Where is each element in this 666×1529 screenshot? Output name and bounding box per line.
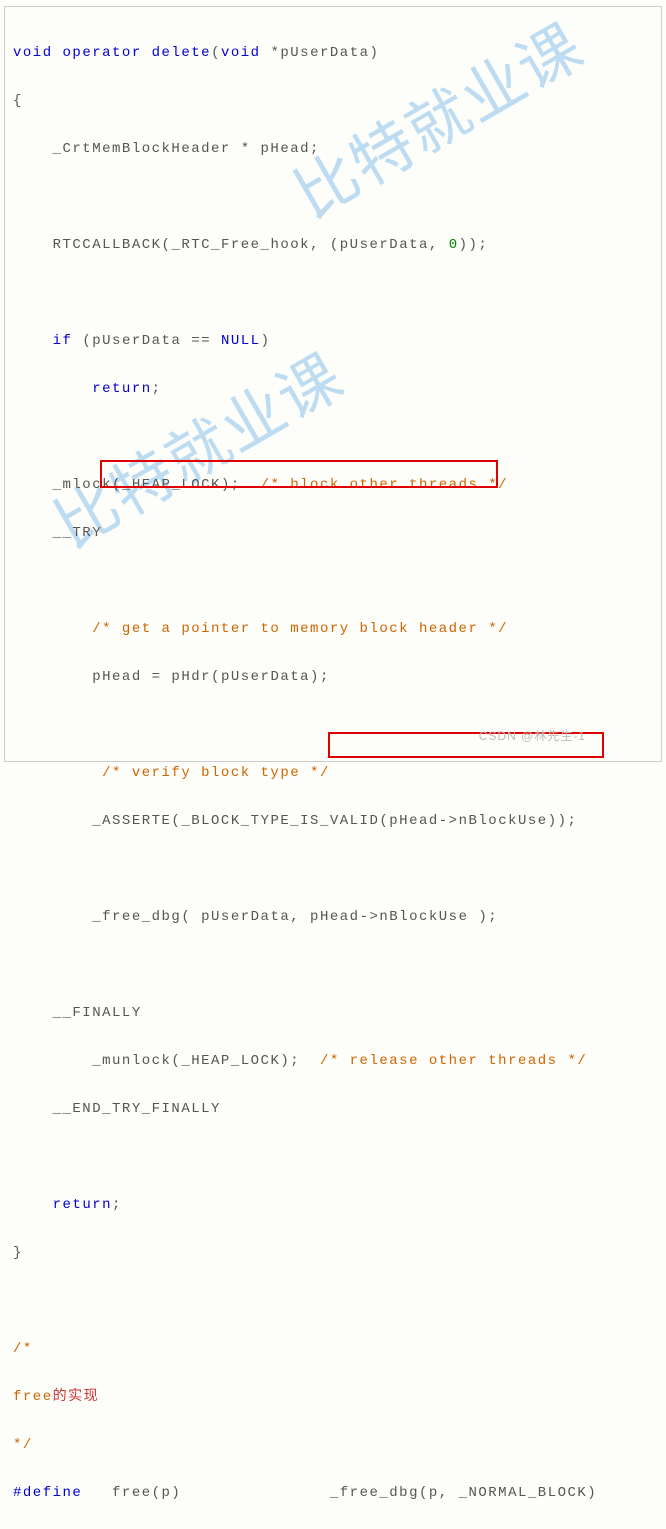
code-line-12 (13, 569, 653, 593)
code-line-5: RTCCALLBACK(_RTC_Free_hook, (pUserData, … (13, 233, 653, 257)
code-line-2: { (13, 89, 653, 113)
code-line-27 (13, 1289, 653, 1313)
code-line-19: _free_dbg( pUserData, pHead->nBlockUse )… (13, 905, 653, 929)
code-line-22: _munlock(_HEAP_LOCK); /* release other t… (13, 1049, 653, 1073)
code-line-24 (13, 1145, 653, 1169)
code-line-8: return; (13, 377, 653, 401)
code-line-16: /* verify block type */ (13, 761, 653, 785)
code-line-31: #define free(p) _free_dbg(p, _NORMAL_BLO… (13, 1481, 653, 1505)
code-line-25: return; (13, 1193, 653, 1217)
code-line-1: void operator delete(void *pUserData) (13, 41, 653, 65)
code-line-3: _CrtMemBlockHeader * pHead; (13, 137, 653, 161)
code-line-30: */ (13, 1433, 653, 1457)
code-line-10: _mlock(_HEAP_LOCK); /* block other threa… (13, 473, 653, 497)
code-line-9 (13, 425, 653, 449)
code-line-4 (13, 185, 653, 209)
code-line-26: } (13, 1241, 653, 1265)
code-block: void operator delete(void *pUserData) { … (4, 6, 662, 762)
code-line-7: if (pUserData == NULL) (13, 329, 653, 353)
code-line-6 (13, 281, 653, 305)
code-line-11: __TRY (13, 521, 653, 545)
code-line-18 (13, 857, 653, 881)
attribution-text: CSDN @林先生-1 (479, 724, 586, 748)
code-line-21: __FINALLY (13, 1001, 653, 1025)
code-line-29: free的实现 (13, 1385, 653, 1409)
code-line-13: /* get a pointer to memory block header … (13, 617, 653, 641)
code-line-28: /* (13, 1337, 653, 1361)
code-line-20 (13, 953, 653, 977)
code-line-17: _ASSERTE(_BLOCK_TYPE_IS_VALID(pHead->nBl… (13, 809, 653, 833)
code-line-14: pHead = pHdr(pUserData); (13, 665, 653, 689)
code-line-23: __END_TRY_FINALLY (13, 1097, 653, 1121)
